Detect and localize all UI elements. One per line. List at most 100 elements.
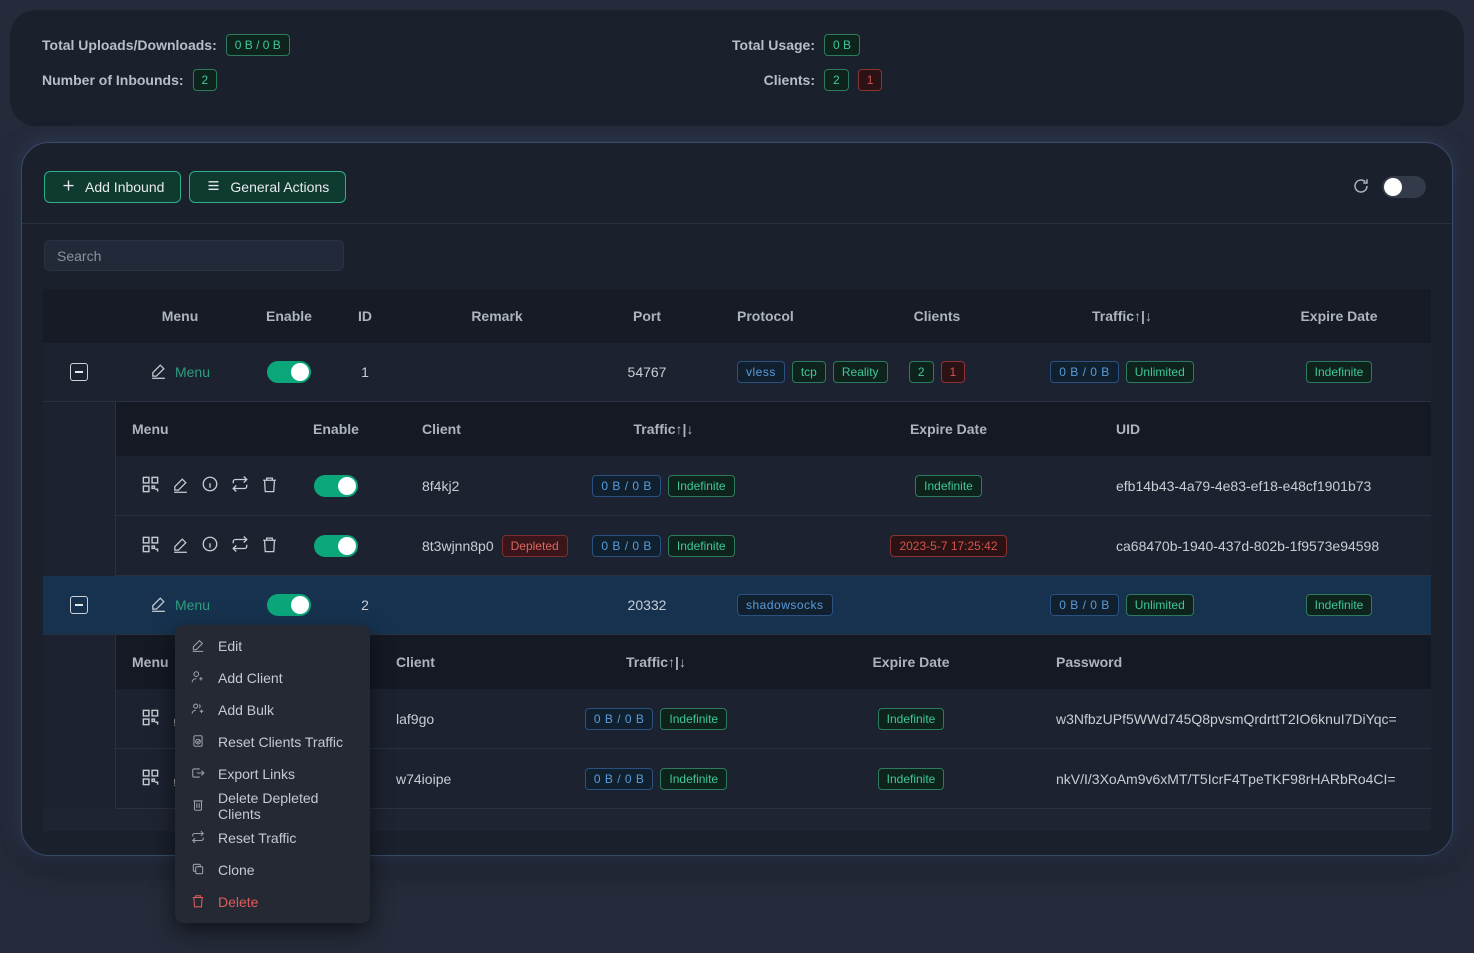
- protocol-badge: vless: [737, 361, 785, 383]
- row-menu-button[interactable]: Menu: [150, 595, 210, 615]
- qr-code-icon[interactable]: [141, 475, 160, 497]
- traffic-badge: 0 B / 0 B: [1050, 361, 1119, 383]
- inbound-id: 1: [333, 343, 397, 401]
- traffic-badge: 0 B / 0 B: [1050, 594, 1119, 616]
- menu-item-reset-traffic[interactable]: Reset Traffic: [175, 822, 370, 854]
- header-expire-date: Expire Date: [1247, 289, 1431, 343]
- user-add-icon: [191, 670, 205, 687]
- enable-toggle[interactable]: [267, 594, 311, 616]
- edit-pen-icon: [150, 595, 167, 615]
- menu-item-delete-depleted-clients[interactable]: Delete Depleted Clients: [175, 790, 370, 822]
- menu-item-reset-clients-traffic[interactable]: Reset Clients Traffic: [175, 726, 370, 758]
- clients-depleted-value: 1: [858, 69, 883, 91]
- trash-icon: [191, 894, 205, 911]
- menu-item-label: Delete: [218, 894, 258, 910]
- header-clients: Clients: [877, 289, 997, 343]
- plus-icon: [61, 178, 76, 196]
- menu-item-delete[interactable]: Delete: [175, 886, 370, 918]
- client-traffic-badge: 0 B / 0 B: [592, 535, 661, 557]
- menu-item-add-client[interactable]: Add Client: [175, 662, 370, 694]
- menu-item-label: Edit: [218, 638, 242, 654]
- add-inbound-button[interactable]: Add Inbound: [44, 171, 181, 203]
- header-traffic[interactable]: Traffic↑|↓: [997, 289, 1247, 343]
- total-usage-value: 0 B: [824, 34, 860, 56]
- stats-right-column: Total Usage: 0 B Clients: 2 1: [717, 34, 1432, 102]
- sub-header-uid: UID: [1116, 402, 1431, 456]
- info-icon[interactable]: [201, 475, 219, 496]
- client-name: 8f4kj2: [386, 456, 546, 515]
- collapse-row-button[interactable]: [70, 596, 88, 614]
- client-name: 8t3wjnn8p0: [422, 538, 494, 554]
- client-traffic-badge: 0 B / 0 B: [585, 708, 654, 730]
- menu-item-export-links[interactable]: Export Links: [175, 758, 370, 790]
- client-password: nkV/I/3XoAm9v6xMT/T5IcrF4TpeTKF98rHARbRo…: [1056, 771, 1396, 787]
- clients-subtable-1: Menu Enable Client Traffic↑|↓ Expire Dat…: [115, 402, 1431, 576]
- expire-badge: Indefinite: [1306, 361, 1373, 383]
- edit-client-icon[interactable]: [172, 536, 189, 556]
- header-enable: Enable: [245, 289, 333, 343]
- trash-box-icon: [191, 798, 205, 815]
- client-traffic-limit-badge: Indefinite: [660, 708, 727, 730]
- delete-client-icon[interactable]: [261, 476, 278, 496]
- qr-code-icon[interactable]: [141, 768, 160, 790]
- client-name: laf9go: [376, 689, 546, 748]
- client-enable-toggle[interactable]: [314, 475, 358, 497]
- enable-toggle[interactable]: [267, 361, 311, 383]
- sub-header-traffic[interactable]: Traffic↑|↓: [546, 635, 766, 689]
- menu-item-clone[interactable]: Clone: [175, 854, 370, 886]
- search-input[interactable]: [44, 240, 344, 271]
- sub-header-expire: Expire Date: [766, 635, 1056, 689]
- row-menu-button[interactable]: Menu: [150, 362, 210, 382]
- menu-item-add-bulk[interactable]: Add Bulk: [175, 694, 370, 726]
- menu-item-label: Add Client: [218, 670, 283, 686]
- export-icon: [191, 766, 205, 783]
- dark-mode-toggle[interactable]: [1382, 176, 1426, 198]
- copy-icon: [191, 862, 205, 879]
- client-row: 8f4kj2 0 B / 0 B Indefinite Indefinite e…: [116, 456, 1431, 516]
- edit-pen-icon: [150, 362, 167, 382]
- stats-left-column: Total Uploads/Downloads: 0 B / 0 B Numbe…: [42, 34, 717, 102]
- clients-active-badge: 2: [909, 361, 934, 383]
- file-reset-icon: [191, 734, 205, 751]
- menu-item-label: Add Bulk: [218, 702, 274, 718]
- client-uid: efb14b43-4a79-4e83-ef18-e48cf1901b73: [1116, 478, 1371, 494]
- header-menu: Menu: [115, 289, 245, 343]
- edit-client-icon[interactable]: [172, 476, 189, 496]
- client-enable-toggle[interactable]: [314, 535, 358, 557]
- sub-header-enable: Enable: [286, 402, 386, 456]
- info-icon[interactable]: [201, 535, 219, 556]
- refresh-icon[interactable]: [1352, 177, 1370, 198]
- users-add-icon: [191, 702, 205, 719]
- inbounds-table-header: Menu Enable ID Remark Port Protocol Clie…: [43, 289, 1431, 343]
- menu-item-label: Clone: [218, 862, 255, 878]
- qr-code-icon[interactable]: [141, 708, 160, 730]
- client-expire-badge: Indefinite: [878, 768, 945, 790]
- delete-client-icon[interactable]: [261, 536, 278, 556]
- expire-badge: Indefinite: [1306, 594, 1373, 616]
- protocol-badge: shadowsocks: [737, 594, 833, 616]
- collapse-row-button[interactable]: [70, 363, 88, 381]
- client-expire-badge: 2023-5-7 17:25:42: [890, 535, 1006, 557]
- client-expire-badge: Indefinite: [915, 475, 982, 497]
- traffic-limit-badge: Unlimited: [1126, 361, 1194, 383]
- general-actions-button[interactable]: General Actions: [189, 171, 346, 203]
- client-traffic-limit-badge: Indefinite: [668, 475, 735, 497]
- reset-traffic-icon[interactable]: [231, 535, 249, 556]
- reset-traffic-icon[interactable]: [231, 475, 249, 496]
- client-traffic-limit-badge: Indefinite: [668, 535, 735, 557]
- inbound-port: 20332: [597, 576, 697, 634]
- menu-item-label: Reset Traffic: [218, 830, 296, 846]
- stats-card: Total Uploads/Downloads: 0 B / 0 B Numbe…: [10, 10, 1464, 126]
- qr-code-icon[interactable]: [141, 535, 160, 557]
- client-traffic-badge: 0 B / 0 B: [592, 475, 661, 497]
- sub-header-traffic[interactable]: Traffic↑|↓: [546, 402, 781, 456]
- sub-header-client: Client: [386, 402, 546, 456]
- clients-active-value: 2: [824, 69, 849, 91]
- menu-item-label: Reset Clients Traffic: [218, 734, 343, 750]
- menu-item-edit[interactable]: Edit: [175, 630, 370, 662]
- row-menu-label: Menu: [175, 597, 210, 613]
- sub-header-menu: Menu: [116, 402, 286, 456]
- header-remark: Remark: [397, 289, 597, 343]
- menu-item-label: Delete Depleted Clients: [218, 790, 354, 822]
- client-expire-badge: Indefinite: [878, 708, 945, 730]
